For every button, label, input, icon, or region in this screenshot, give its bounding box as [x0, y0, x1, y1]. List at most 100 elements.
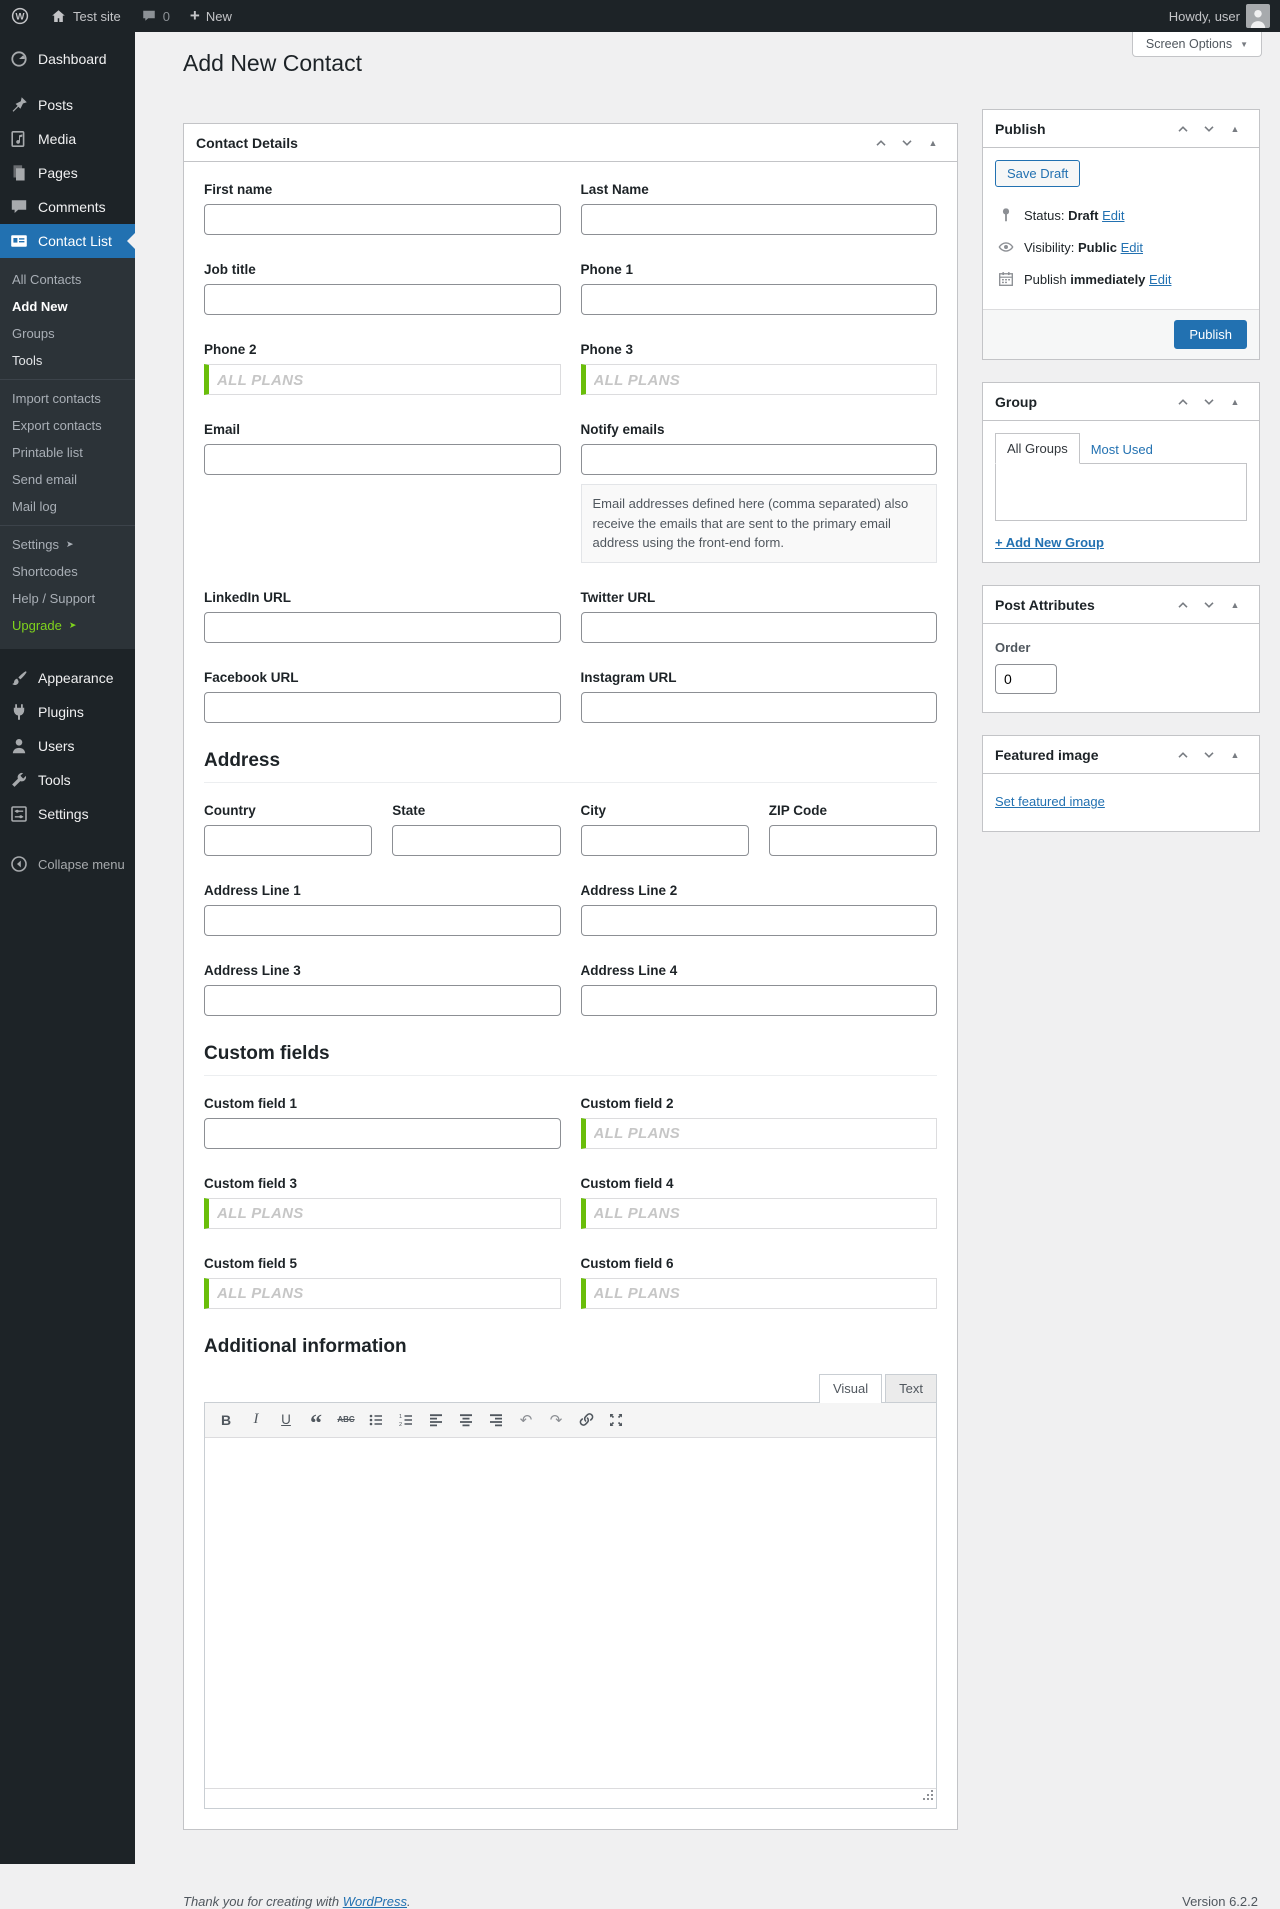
move-up-button[interactable] [1171, 593, 1195, 617]
schedule-label: Publish [1024, 271, 1067, 287]
sidebar-item-tools[interactable]: Tools [0, 763, 135, 797]
job-title-input[interactable] [204, 284, 561, 315]
comments-indicator[interactable]: 0 [131, 0, 180, 32]
sidebar-item-comments[interactable]: Comments [0, 190, 135, 224]
zip-code-input[interactable] [768, 824, 937, 856]
editor-tab-visual[interactable]: Visual [818, 1373, 883, 1403]
sidebar-item-dashboard[interactable]: Dashboard [0, 42, 135, 76]
submenu-mail-log[interactable]: Mail log [0, 493, 135, 520]
submenu-add-new[interactable]: Add New [0, 293, 135, 320]
move-up-button[interactable] [1171, 390, 1195, 414]
editor-statusbar [205, 1787, 936, 1808]
last-name-input[interactable] [580, 204, 937, 235]
submenu-upgrade[interactable]: Upgrade ➤ [0, 612, 135, 639]
edit-schedule-link[interactable]: Edit [1149, 272, 1171, 287]
submenu-groups[interactable]: Groups [0, 320, 135, 347]
group-tab-all[interactable]: All Groups [995, 433, 1080, 464]
instagram-url-input[interactable] [580, 691, 937, 723]
address-line1-input[interactable] [204, 904, 561, 936]
email-input[interactable] [204, 444, 561, 475]
sidebar-item-media[interactable]: Media [0, 122, 135, 156]
bulleted-list-button[interactable] [363, 1408, 389, 1432]
numbered-list-button[interactable]: 12 [393, 1408, 419, 1432]
resize-grip-icon[interactable] [922, 1788, 934, 1806]
toggle-panel-button[interactable]: ▲ [1223, 593, 1247, 617]
move-up-button[interactable] [1171, 117, 1195, 141]
link-button[interactable] [573, 1408, 599, 1432]
sidebar-item-users[interactable]: Users [0, 729, 135, 763]
address-line2-input[interactable] [580, 904, 937, 936]
redo-button[interactable]: ↷ [543, 1408, 569, 1432]
twitter-url-input[interactable] [580, 611, 937, 643]
sidebar-item-pages[interactable]: Pages [0, 156, 135, 190]
set-featured-image-link[interactable]: Set featured image [995, 794, 1105, 809]
submenu-export-contacts[interactable]: Export contacts [0, 412, 135, 439]
move-up-button[interactable] [1171, 743, 1195, 767]
toggle-panel-button[interactable]: ▲ [921, 131, 945, 155]
move-down-button[interactable] [895, 131, 919, 155]
edit-status-link[interactable]: Edit [1102, 208, 1124, 223]
group-tab-most-used[interactable]: Most Used [1080, 435, 1164, 464]
sidebar-item-appearance[interactable]: Appearance [0, 661, 135, 695]
submenu-tools[interactable]: Tools [0, 347, 135, 374]
submenu-send-email[interactable]: Send email [0, 466, 135, 493]
edit-visibility-link[interactable]: Edit [1121, 240, 1143, 255]
toggle-panel-button[interactable]: ▲ [1223, 743, 1247, 767]
address-line3-input[interactable] [204, 984, 561, 1016]
submenu-all-contacts[interactable]: All Contacts [0, 266, 135, 293]
order-input[interactable] [995, 664, 1057, 694]
move-down-button[interactable] [1197, 117, 1221, 141]
new-content-menu[interactable]: + New [180, 0, 242, 32]
sidebar-item-plugins[interactable]: Plugins [0, 695, 135, 729]
submenu-settings[interactable]: Settings ➤ [0, 531, 135, 558]
site-name-menu[interactable]: Test site [40, 0, 131, 32]
posts-pin-icon [9, 95, 29, 115]
strikethrough-button[interactable]: ABC [333, 1408, 359, 1432]
sidebar-item-settings[interactable]: Settings [0, 797, 135, 831]
sidebar-item-posts[interactable]: Posts [0, 88, 135, 122]
editor-tab-text[interactable]: Text [885, 1373, 937, 1402]
linkedin-url-input[interactable] [204, 611, 561, 643]
submenu-import-contacts[interactable]: Import contacts [0, 385, 135, 412]
undo-button[interactable]: ↶ [513, 1408, 539, 1432]
screen-options-button[interactable]: Screen Options ▼ [1131, 32, 1262, 57]
wordpress-logo[interactable]: W [0, 0, 40, 32]
custom-field2-label: Custom field 2 [580, 1095, 674, 1111]
phone1-input[interactable] [580, 284, 937, 315]
sidebar-item-contact-list[interactable]: Contact List [0, 224, 135, 258]
submenu-printable-list[interactable]: Printable list [0, 439, 135, 466]
my-account-menu[interactable]: Howdy, user [1159, 0, 1280, 32]
blockquote-button[interactable]: “ [303, 1408, 329, 1436]
toggle-panel-button[interactable]: ▲ [1223, 390, 1247, 414]
publish-button[interactable]: Publish [1174, 320, 1247, 349]
toggle-panel-button[interactable]: ▲ [1223, 117, 1247, 141]
address-line4-input[interactable] [580, 984, 937, 1016]
state-input[interactable] [392, 824, 561, 856]
submenu-help-support[interactable]: Help / Support [0, 585, 135, 612]
notify-emails-input[interactable] [580, 444, 937, 475]
group-panel: Group ▲ All Groups Most Used + Add New G… [982, 382, 1260, 563]
move-down-button[interactable] [1197, 593, 1221, 617]
move-up-button[interactable] [869, 131, 893, 155]
submenu-shortcodes[interactable]: Shortcodes [0, 558, 135, 585]
collapse-menu-button[interactable]: Collapse menu [0, 847, 135, 881]
align-center-button[interactable] [453, 1408, 479, 1432]
add-new-group-link[interactable]: + Add New Group [995, 535, 1104, 550]
move-down-button[interactable] [1197, 390, 1221, 414]
editor-content[interactable] [205, 1437, 936, 1788]
group-checklist[interactable] [995, 463, 1247, 521]
underline-button[interactable]: U [273, 1408, 299, 1432]
italic-button[interactable]: I [243, 1408, 269, 1432]
facebook-url-input[interactable] [204, 691, 561, 723]
country-input[interactable] [204, 824, 373, 856]
fullscreen-button[interactable] [603, 1408, 629, 1432]
move-down-button[interactable] [1197, 743, 1221, 767]
city-input[interactable] [580, 824, 749, 856]
first-name-input[interactable] [204, 204, 561, 235]
align-left-button[interactable] [423, 1408, 449, 1432]
wordpress-link[interactable]: WordPress [343, 1894, 407, 1909]
bold-button[interactable]: B [213, 1408, 239, 1432]
custom-field1-input[interactable] [204, 1117, 561, 1149]
align-right-button[interactable] [483, 1408, 509, 1432]
save-draft-button[interactable]: Save Draft [995, 160, 1081, 187]
